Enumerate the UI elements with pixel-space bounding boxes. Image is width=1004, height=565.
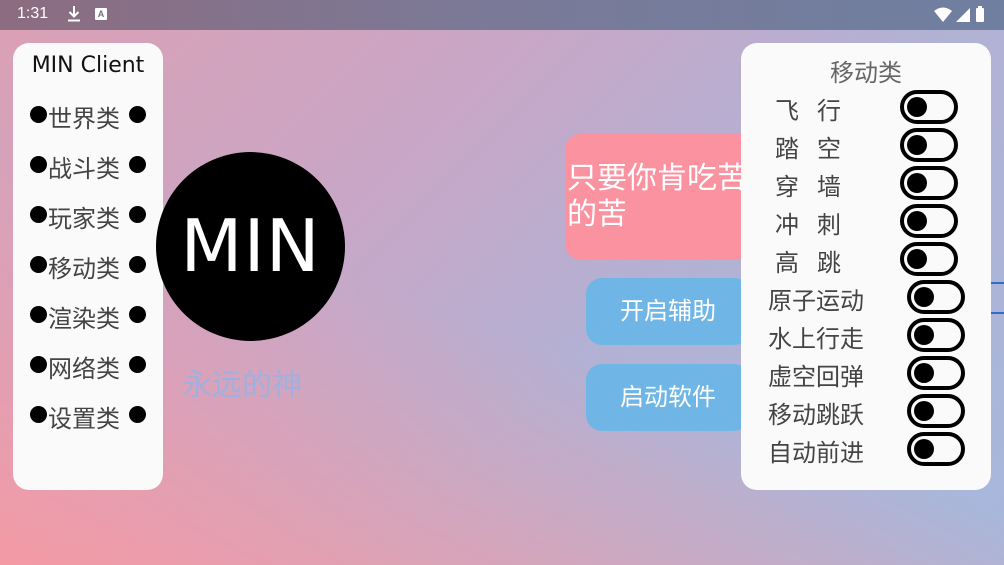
category-label: 战斗类 (48, 155, 120, 183)
module-row-fly: 飞行 (741, 89, 991, 127)
module-row-sprint: 冲刺 (741, 203, 991, 241)
module-label: 自动前进 (768, 439, 864, 467)
bullet-icon (129, 256, 146, 273)
start-software-button[interactable]: 启动软件 (586, 364, 750, 431)
module-panel-title: 移动类 (830, 59, 902, 87)
category-world[interactable]: 世界类 (13, 95, 163, 135)
tagline: 永远的神 (182, 368, 302, 403)
category-settings[interactable]: 设置类 (13, 395, 163, 435)
bullet-icon (129, 206, 146, 223)
category-render[interactable]: 渲染类 (13, 295, 163, 335)
category-label: 网络类 (48, 355, 120, 383)
toggle-knob (914, 363, 934, 383)
module-label: 虚空回弹 (768, 363, 864, 391)
category-label: 渲染类 (48, 305, 120, 333)
bullet-icon (30, 356, 47, 373)
module-label: 飞行 (775, 97, 859, 125)
toggle-knob (907, 173, 927, 193)
category-label: 世界类 (48, 105, 120, 133)
toggle-knob (914, 325, 934, 345)
module-label: 穿墙 (775, 173, 859, 201)
bullet-icon (129, 106, 146, 123)
module-label: 踏空 (775, 135, 859, 163)
quote-text: 只要你肯吃苦 的苦 (567, 161, 757, 233)
module-label: 水上行走 (768, 325, 864, 353)
quote-line-2: 的苦 (567, 197, 627, 232)
status-bar: 1:31 A (0, 0, 1004, 30)
module-row-water-walk: 水上行走 (741, 317, 991, 355)
keyboard-badge-icon: A (95, 8, 107, 20)
quote-card: 只要你肯吃苦 的苦 (565, 134, 765, 260)
signal-icon (956, 8, 970, 22)
edge-divider (990, 282, 1004, 314)
toggle-phase[interactable] (900, 166, 958, 200)
category-label: 移动类 (48, 255, 120, 283)
category-label: 设置类 (48, 405, 120, 433)
bullet-icon (129, 356, 146, 373)
toggle-knob (914, 401, 934, 421)
category-player[interactable]: 玩家类 (13, 195, 163, 235)
module-panel: 移动类 飞行 踏空 穿墙 冲刺 高跳 原子运动 水上行走 虚空回弹 移动跳跃 自… (741, 43, 991, 490)
toggle-fly[interactable] (900, 90, 958, 124)
battery-icon (976, 8, 984, 22)
module-row-atomic-motion: 原子运动 (741, 279, 991, 317)
toggle-highjump[interactable] (900, 242, 958, 276)
module-label: 高跳 (775, 249, 859, 277)
quote-line-1: 只要你肯吃苦 (567, 161, 747, 196)
toggle-knob (907, 97, 927, 117)
category-network[interactable]: 网络类 (13, 345, 163, 385)
module-label: 冲刺 (775, 211, 859, 239)
category-movement[interactable]: 移动类 (13, 245, 163, 285)
status-time: 1:31 (17, 5, 49, 22)
bullet-icon (129, 156, 146, 173)
client-title: MIN Client (31, 53, 145, 78)
category-panel: MIN Client 世界类 战斗类 玩家类 移动类 渲染类 网络类 设置类 (13, 43, 163, 490)
status-icons (934, 6, 984, 22)
module-row-airwalk: 踏空 (741, 127, 991, 165)
toggle-water-walk[interactable] (907, 318, 965, 352)
toggle-knob (914, 439, 934, 459)
enable-assist-button[interactable]: 开启辅助 (586, 278, 750, 345)
toggle-sprint[interactable] (900, 204, 958, 238)
min-logo: MIN (156, 152, 345, 341)
toggle-knob (907, 249, 927, 269)
toggle-knob (914, 287, 934, 307)
bullet-icon (30, 156, 47, 173)
bullet-icon (129, 406, 146, 423)
module-row-phase: 穿墙 (741, 165, 991, 203)
toggle-knob (907, 135, 927, 155)
bullet-icon (30, 206, 47, 223)
wifi-icon (934, 7, 952, 22)
toggle-auto-forward[interactable] (907, 432, 965, 466)
toggle-knob (907, 211, 927, 231)
category-label: 玩家类 (48, 205, 120, 233)
category-combat[interactable]: 战斗类 (13, 145, 163, 185)
module-label: 原子运动 (768, 287, 864, 315)
module-label: 移动跳跃 (768, 401, 864, 429)
toggle-airwalk[interactable] (900, 128, 958, 162)
download-icon (68, 6, 80, 22)
bullet-icon (30, 256, 47, 273)
module-row-move-jump: 移动跳跃 (741, 393, 991, 431)
toggle-move-jump[interactable] (907, 394, 965, 428)
module-row-auto-forward: 自动前进 (741, 431, 991, 469)
toggle-atomic-motion[interactable] (907, 280, 965, 314)
module-row-void-bounce: 虚空回弹 (741, 355, 991, 393)
toggle-void-bounce[interactable] (907, 356, 965, 390)
bullet-icon (30, 106, 47, 123)
module-row-highjump: 高跳 (741, 241, 991, 279)
bullet-icon (30, 306, 47, 323)
bullet-icon (30, 406, 47, 423)
bullet-icon (129, 306, 146, 323)
